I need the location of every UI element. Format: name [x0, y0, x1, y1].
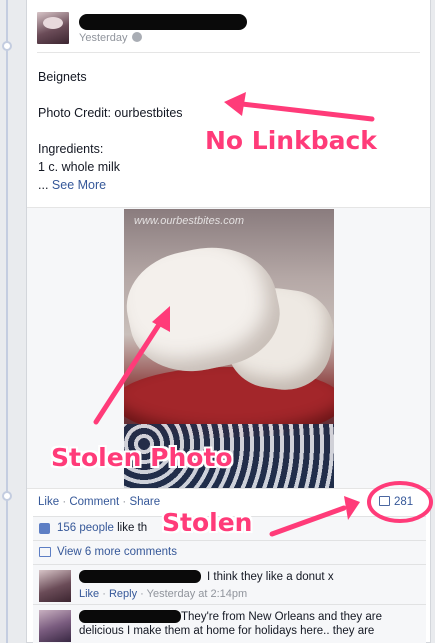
commenter-avatar[interactable] — [39, 570, 71, 602]
thumbs-up-icon — [39, 523, 50, 534]
comment-item: I think they like a donut x Like · Reply… — [33, 564, 426, 604]
timeline-dot — [2, 491, 12, 501]
like-link[interactable]: Like — [38, 496, 59, 508]
post-card: Yesterday Beignets Photo Credit: ourbest… — [26, 0, 431, 643]
post-line: Photo Credit: ourbestbites — [38, 106, 183, 120]
timestamp-text: Yesterday — [79, 32, 128, 44]
see-more-row: ... See More — [38, 176, 408, 194]
likes-summary: 156 people like th — [57, 522, 147, 534]
header-divider — [37, 52, 420, 53]
globe-icon — [131, 32, 142, 42]
comment-item: They're from New Orleans and they are de… — [33, 604, 426, 643]
comment-like-link[interactable]: Like — [79, 588, 99, 600]
comment-icon — [379, 496, 390, 506]
comment-reply-link[interactable]: Reply — [109, 588, 137, 600]
likes-count-link[interactable]: 156 people — [57, 522, 114, 534]
timeline-spine — [6, 0, 8, 643]
view-more-comments-link[interactable]: View 6 more comments — [57, 546, 177, 558]
annotation-stolen: Stolen — [162, 508, 253, 537]
photo-watermark: www.ourbestbites.com — [134, 215, 245, 227]
annotation-stolen-photo: Stolen Photo — [51, 443, 233, 472]
comment-time[interactable]: Yesterday at 2:14pm — [147, 588, 248, 600]
share-link[interactable]: Share — [129, 496, 160, 508]
post-actions: Like · Comment · Share — [38, 496, 160, 508]
author-avatar[interactable] — [37, 12, 69, 44]
comment-text: I think they like a donut x — [207, 571, 334, 583]
post-line: 1 c. whole milk — [38, 160, 120, 174]
author-name-redacted — [79, 14, 247, 30]
likes-suffix: like th — [117, 522, 148, 534]
commenter-name-redacted — [79, 570, 201, 583]
action-separator: · — [122, 496, 127, 508]
comment-count-value: 281 — [394, 496, 414, 508]
post-line: Beignets — [38, 70, 87, 84]
comment-link[interactable]: Comment — [69, 496, 119, 508]
comment-text: They're from New Orleans and they are de… — [79, 611, 382, 637]
commenter-avatar[interactable] — [39, 610, 71, 642]
comment-meta: Like · Reply · Yesterday at 2:14pm — [79, 588, 248, 600]
action-separator: · — [62, 496, 67, 508]
comment-bubble-icon — [39, 547, 51, 557]
view-more-row: View 6 more comments — [33, 540, 426, 564]
timeline-dot — [2, 41, 12, 51]
annotation-no-linkback: No Linkback — [205, 126, 377, 155]
ellipsis: ... — [38, 178, 49, 192]
comment-count[interactable]: 281 — [379, 496, 413, 508]
see-more-link[interactable]: See More — [52, 178, 106, 192]
post-timestamp[interactable]: Yesterday — [79, 32, 142, 44]
